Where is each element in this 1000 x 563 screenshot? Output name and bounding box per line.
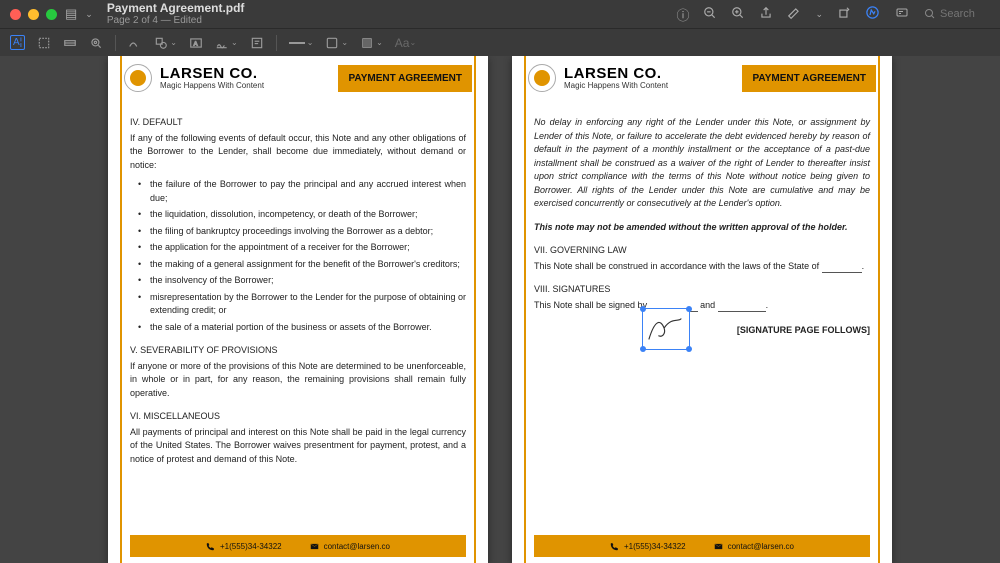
page-footer: +1(555)34-34322 contact@larsen.co [534,535,870,557]
share-icon[interactable] [759,6,773,23]
list-item: misrepresentation by the Borrower to the… [142,291,466,318]
resize-handle[interactable] [640,346,646,352]
list-item: the filing of bankruptcy proceedings inv… [142,225,466,239]
window-controls [10,9,57,20]
markup-icon[interactable] [787,6,801,23]
document-canvas[interactable]: LARSEN CO. Magic Happens With Content PA… [0,56,1000,563]
sign-tool-icon[interactable]: ⌄ [215,36,238,50]
chevron-down-icon[interactable]: ⌄ [815,9,823,20]
footer-email: contact@larsen.co [714,542,794,551]
text-style-icon[interactable]: Aa ⌄ [395,36,416,50]
text-box-icon[interactable]: A [189,36,203,50]
list-item: the insolvency of the Borrower; [142,274,466,288]
list-item: the application for the appointment of a… [142,241,466,255]
footer-phone: +1(555)34-34322 [610,542,686,551]
search-box[interactable] [924,8,990,20]
svg-text:A: A [194,41,198,47]
page-3: LARSEN CO. Magic Happens With Content PA… [512,56,892,563]
resize-handle[interactable] [686,306,692,312]
footer-phone: +1(555)34-34322 [206,542,282,551]
titlebar: ▤ ⌄ Payment Agreement.pdf Page 2 of 4 — … [0,0,1000,28]
list-item: the making of a general assignment for t… [142,258,466,272]
stroke-style-icon[interactable]: ⌄ [289,38,314,47]
zoom-out-icon[interactable] [703,6,717,23]
page-2: LARSEN CO. Magic Happens With Content PA… [108,56,488,563]
footer-email: contact@larsen.co [310,542,390,551]
page-footer: +1(555)34-34322 contact@larsen.co [130,535,466,557]
list-item: the failure of the Borrower to pay the p… [142,178,466,205]
sidebar-toggle-icon[interactable]: ▤ [65,6,77,22]
rotate-icon[interactable] [837,6,851,23]
title-block: Payment Agreement.pdf Page 2 of 4 — Edit… [107,2,245,26]
text-tool-icon[interactable]: A¦ [10,35,25,50]
resize-handle[interactable] [686,346,692,352]
maximize-window[interactable] [46,9,57,20]
fill-color-icon[interactable]: ⌄ [360,36,383,50]
redact-tool-icon[interactable] [63,36,77,50]
loupe-tool-icon[interactable] [89,36,103,50]
sketch-tool-icon[interactable] [128,36,142,50]
list-item: the sale of a material portion of the bu… [142,321,466,335]
stroke-color-icon[interactable]: ⌄ [325,36,348,50]
form-icon[interactable] [894,7,910,22]
document-subtitle: Page 2 of 4 — Edited [107,15,245,26]
chevron-down-icon[interactable]: ⌄ [85,9,93,20]
list-item: the liquidation, dissolution, incompeten… [142,208,466,222]
select-tool-icon[interactable] [37,36,51,50]
zoom-in-icon[interactable] [731,6,745,23]
close-window[interactable] [10,9,21,20]
markup-toolbar: A¦ ⌄ A ⌄ ⌄ ⌄ ⌄ Aa ⌄ [0,28,1000,56]
info-icon[interactable]: ⓘ [676,5,689,24]
signature-annotation-selected[interactable] [642,308,690,350]
document-filename: Payment Agreement.pdf [107,2,245,15]
annotate-icon[interactable] [865,5,880,23]
note-tool-icon[interactable] [250,36,264,50]
resize-handle[interactable] [640,306,646,312]
shapes-tool-icon[interactable]: ⌄ [154,36,177,50]
minimize-window[interactable] [28,9,39,20]
search-input[interactable] [940,8,990,20]
